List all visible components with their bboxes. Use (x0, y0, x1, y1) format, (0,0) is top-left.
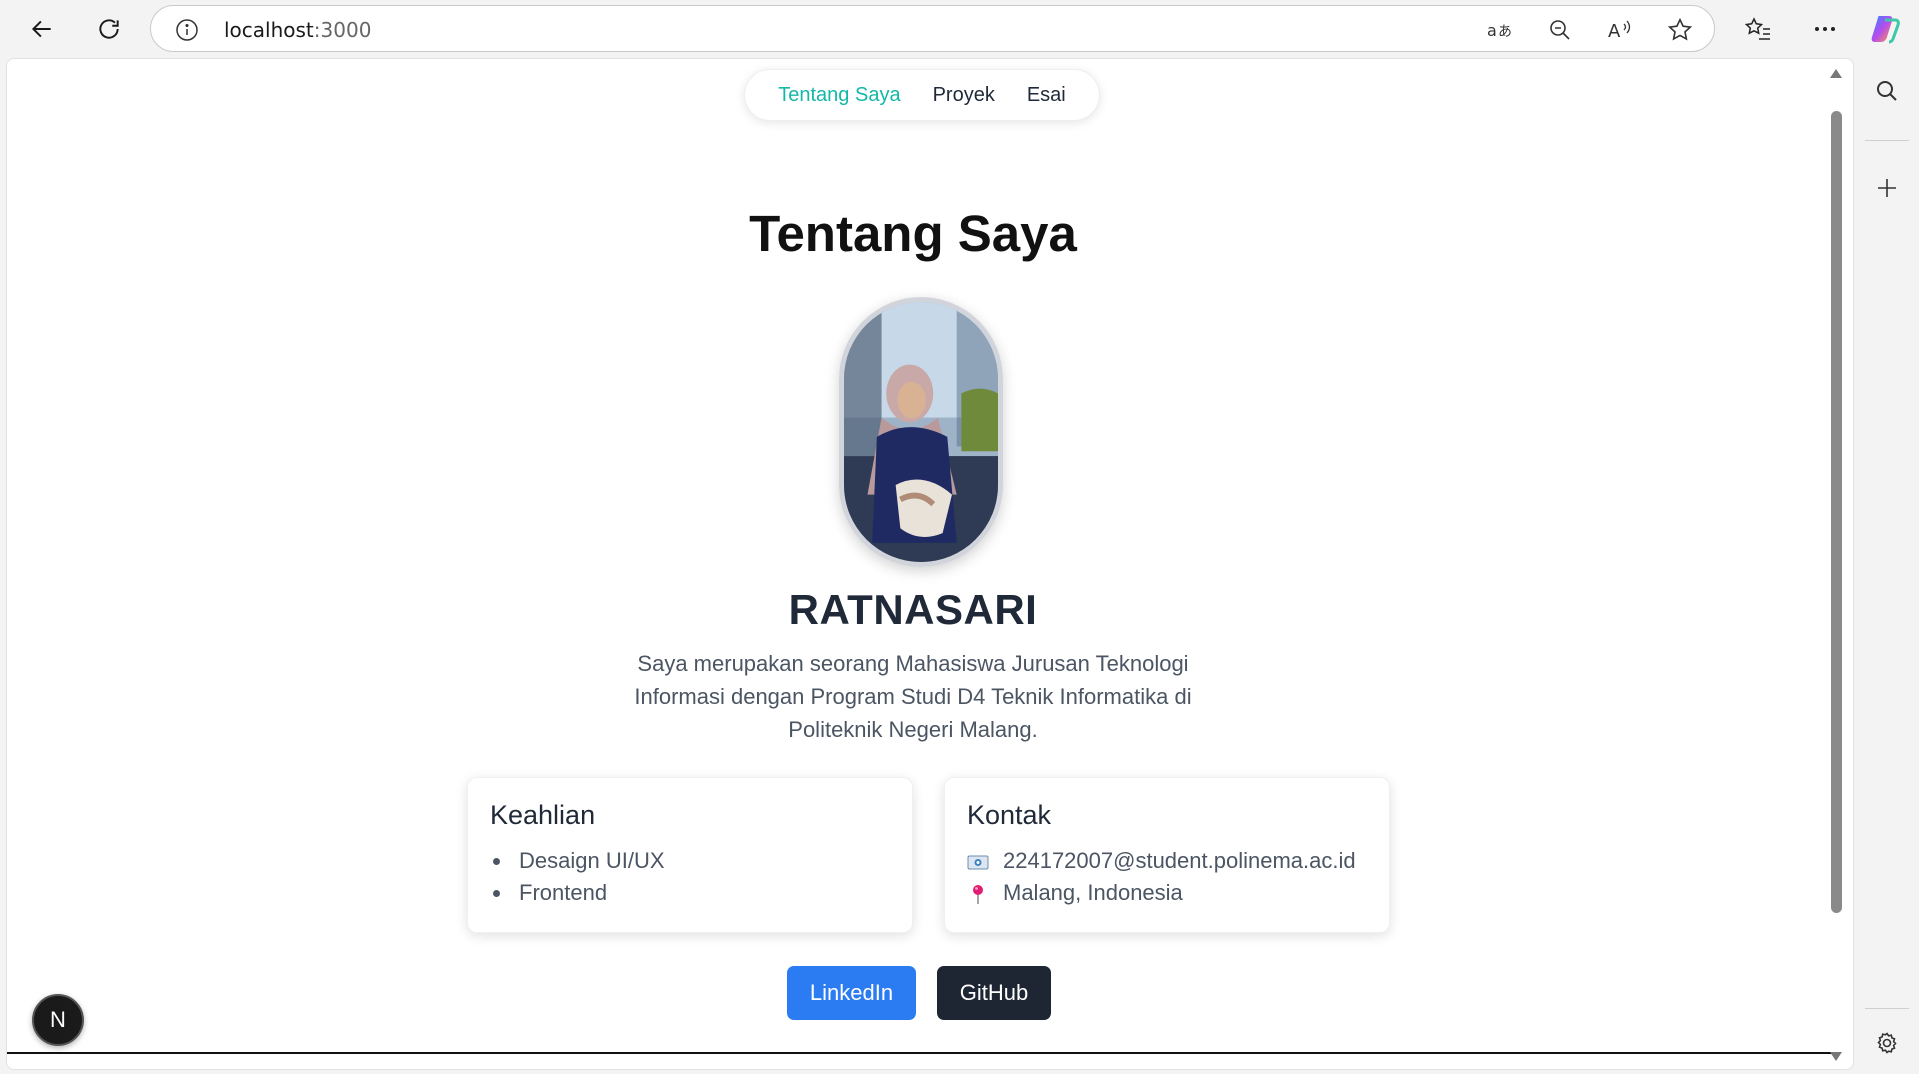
next-dev-indicator-button[interactable]: N (32, 994, 84, 1046)
refresh-icon[interactable] (89, 9, 129, 49)
nav-link-proyek[interactable]: Proyek (933, 84, 995, 107)
page-bottom-divider (7, 1052, 1837, 1054)
linkedin-button[interactable]: LinkedIn (787, 966, 916, 1020)
next-logo-letter: N (50, 1007, 66, 1032)
github-button[interactable]: GitHub (937, 966, 1051, 1020)
nav-link-esai[interactable]: Esai (1027, 84, 1066, 107)
svg-text:A: A (1608, 21, 1621, 42)
copilot-icon[interactable] (1869, 12, 1903, 46)
back-icon[interactable] (22, 9, 62, 49)
search-icon[interactable] (1872, 76, 1902, 106)
zoom-out-icon[interactable] (1546, 16, 1574, 44)
contact-email[interactable]: 224172007@student.polinema.ac.id (1003, 845, 1356, 877)
bullet-icon (493, 857, 500, 865)
contact-list: 224172007@student.polinema.ac.id Malang,… (967, 845, 1367, 909)
skills-list: Desaign UI/UX Frontend (490, 845, 890, 909)
list-item: Malang, Indonesia (967, 877, 1367, 909)
sidebar-divider (1865, 1008, 1909, 1009)
contact-card: Kontak 224172007@student.polinema.ac.id … (944, 777, 1390, 933)
email-icon (967, 850, 989, 872)
contact-heading: Kontak (967, 800, 1052, 830)
browser-toolbar: localhost:3000 aあ A (0, 0, 1919, 58)
skills-heading: Keahlian (490, 800, 596, 830)
favorites-list-icon[interactable] (1741, 12, 1775, 46)
skills-card: Keahlian Desaign UI/UX Frontend (467, 777, 913, 933)
profile-name: RATNASARI (788, 586, 1038, 633)
svg-text:あ: あ (1498, 24, 1512, 40)
vertical-scrollbar[interactable] (1827, 59, 1845, 1069)
scroll-up-arrow-icon[interactable] (1830, 69, 1842, 78)
profile-photo (839, 297, 1003, 567)
svg-text:a: a (1487, 21, 1497, 40)
list-item: Desaign UI/UX (490, 845, 890, 877)
url-text[interactable]: localhost:3000 (224, 18, 371, 42)
skill-label: Desaign UI/UX (519, 848, 665, 873)
contact-location: Malang, Indonesia (1003, 880, 1183, 905)
read-aloud-icon[interactable]: A (1606, 16, 1634, 44)
location-pin-icon (967, 882, 989, 904)
site-info-icon[interactable] (175, 18, 199, 42)
translate-icon[interactable]: aあ (1486, 16, 1514, 44)
add-icon[interactable] (1872, 173, 1902, 203)
address-bar[interactable]: localhost:3000 aあ A (150, 5, 1715, 52)
sidebar-divider (1865, 140, 1909, 141)
favorite-star-icon[interactable] (1666, 16, 1694, 44)
skill-label: Frontend (519, 880, 608, 905)
list-item: 224172007@student.polinema.ac.id (967, 845, 1367, 877)
profile-bio: Saya merupakan seorang Mahasiswa Jurusan… (634, 651, 1192, 742)
settings-gear-icon[interactable] (1872, 1028, 1902, 1058)
scrollbar-thumb[interactable] (1831, 111, 1842, 913)
page-title: Tentang Saya (749, 205, 1077, 262)
page-viewport: Tentang Saya Proyek Esai Tentang Saya RA… (6, 58, 1854, 1070)
list-item: Frontend (490, 877, 890, 909)
browser-sidebar (1855, 58, 1919, 1074)
nav-link-tentang-saya[interactable]: Tentang Saya (778, 84, 900, 107)
page-nav: Tentang Saya Proyek Esai (744, 69, 1100, 121)
bullet-icon (493, 889, 500, 897)
more-options-icon[interactable] (1808, 12, 1842, 46)
scroll-down-arrow-icon[interactable] (1830, 1052, 1842, 1061)
